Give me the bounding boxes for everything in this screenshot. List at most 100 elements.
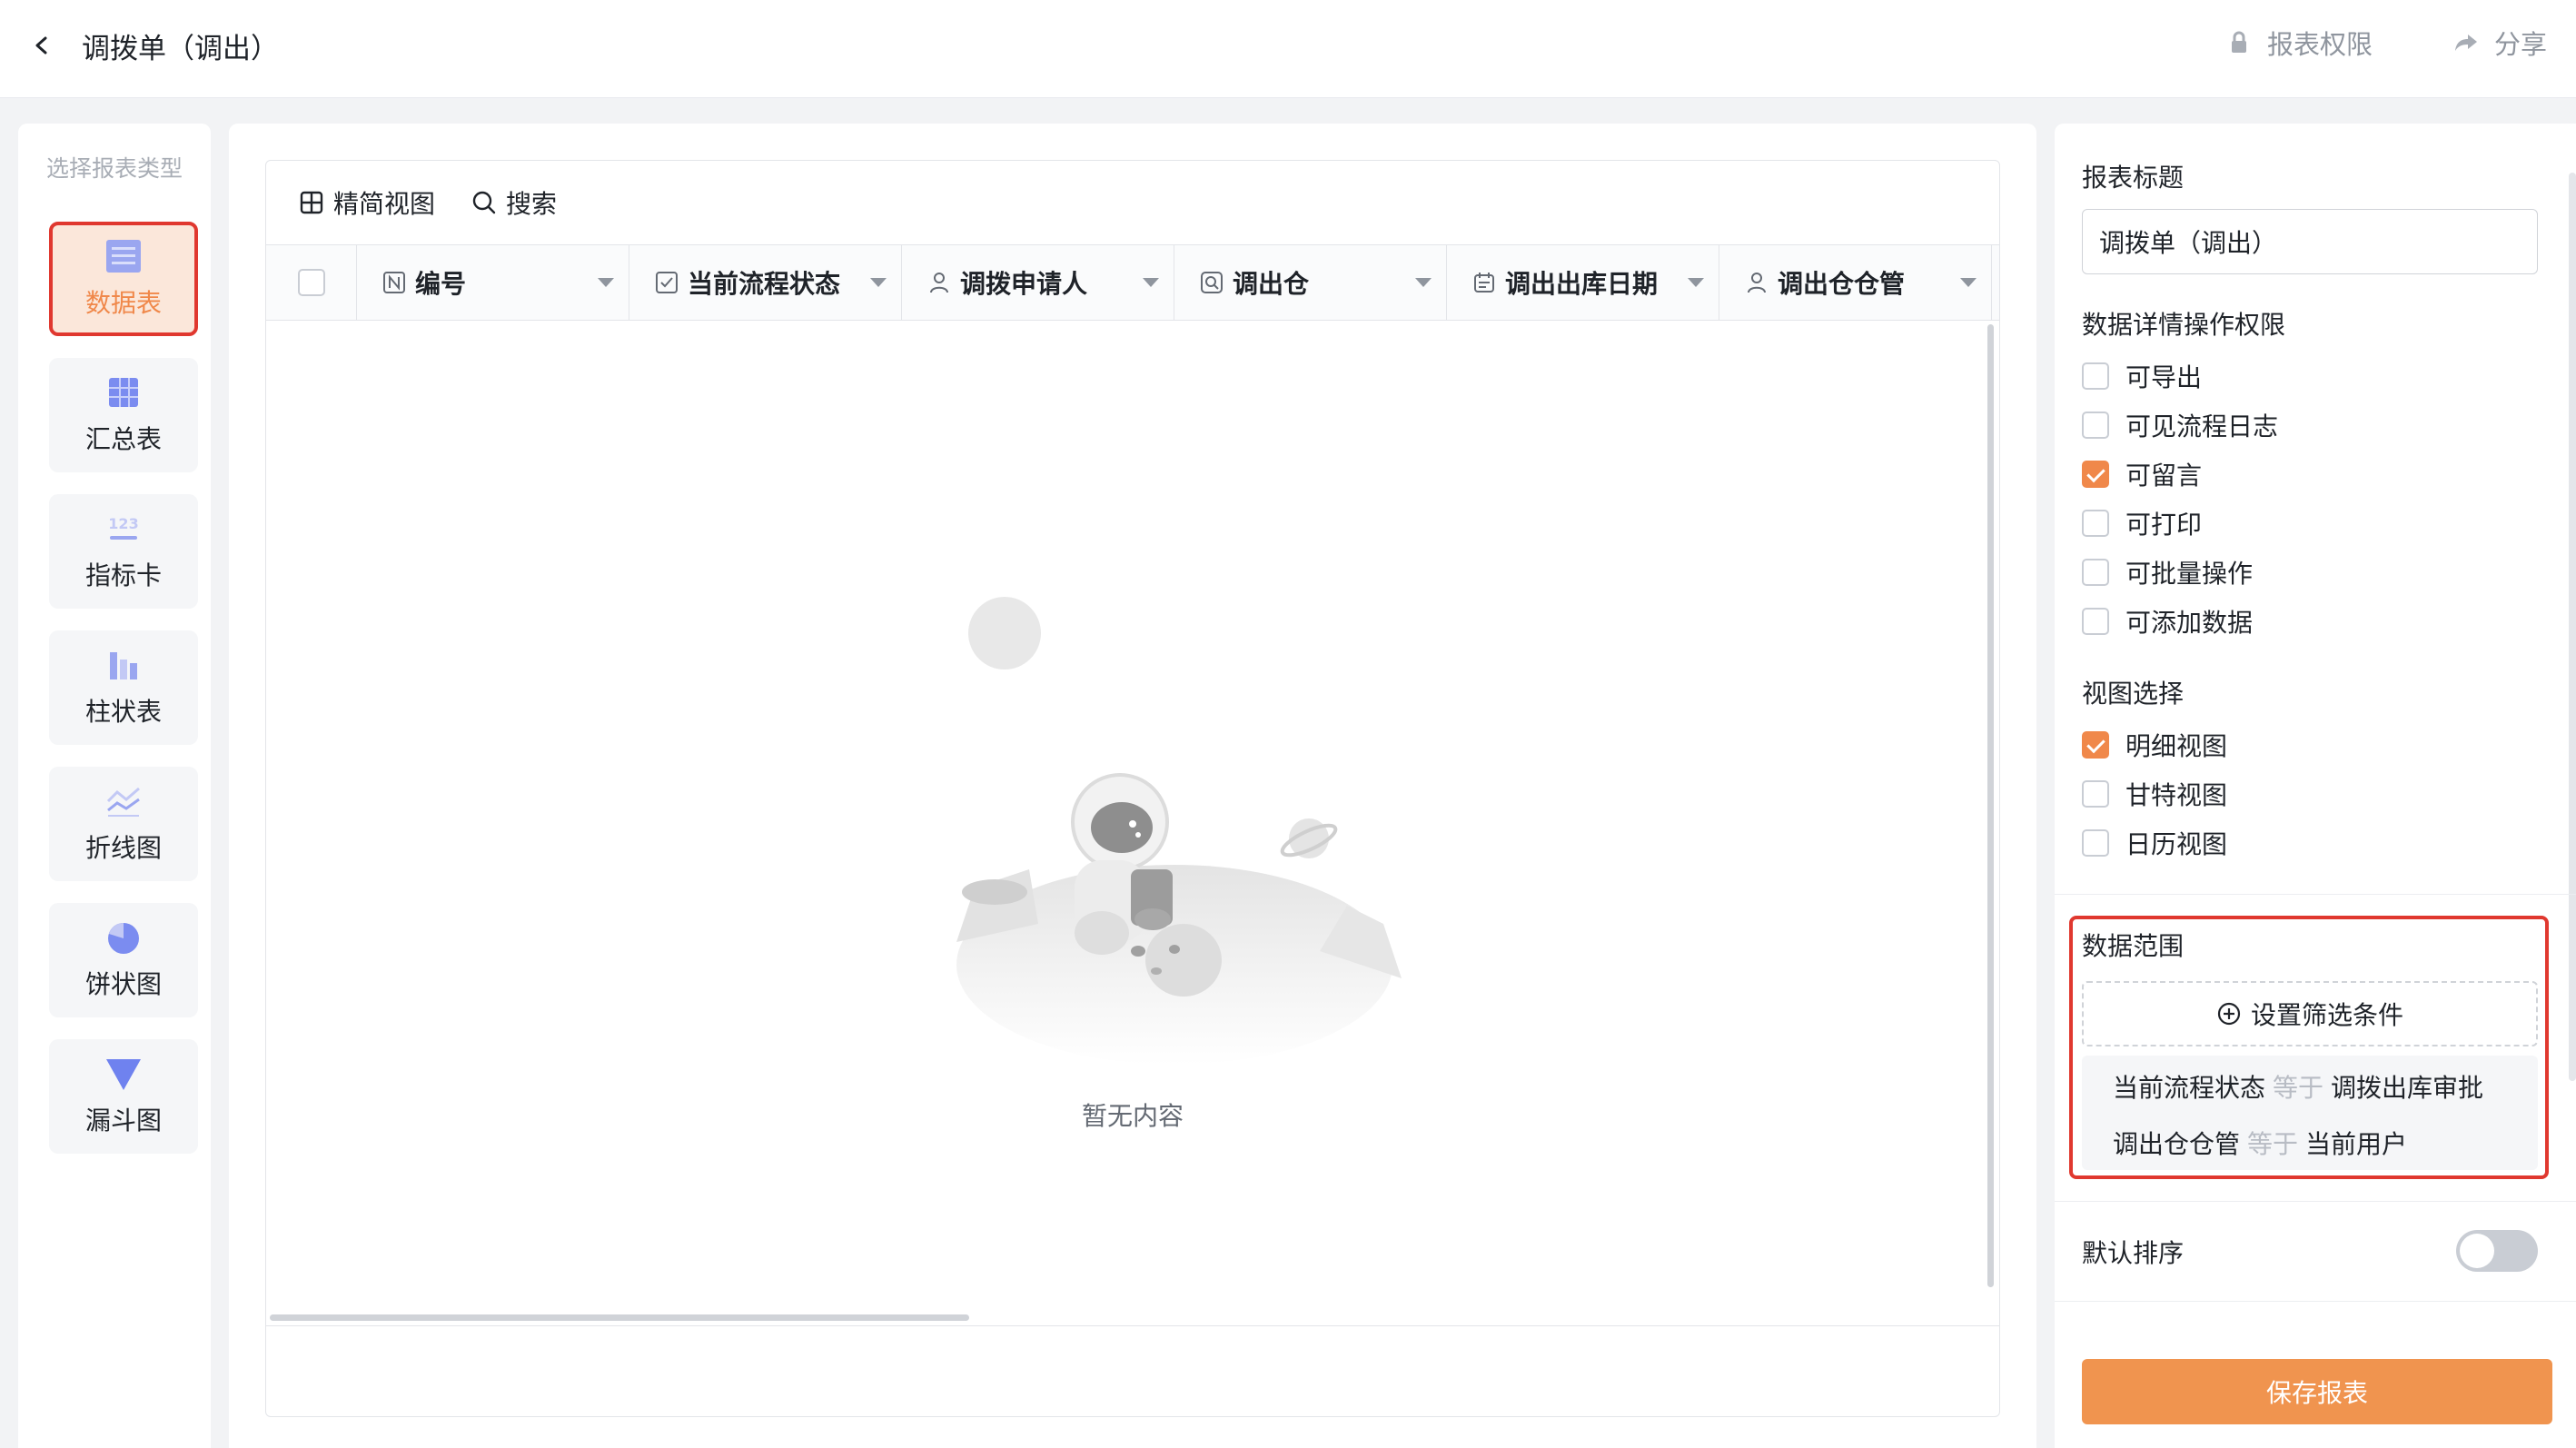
chevron-down-icon[interactable]: [870, 278, 887, 287]
filter-condition[interactable]: 当前流程状态 等于 调拨出库审批: [2113, 1068, 2483, 1105]
settings-scrollbar[interactable]: [2569, 173, 2576, 1081]
section-divider: [2055, 1201, 2576, 1202]
column-header-flow-status[interactable]: 当前流程状态: [629, 245, 902, 320]
table-header: 编号 当前流程状态 调拨申请人 调出仓 调出出库日期 调出仓仓管: [266, 244, 1999, 321]
share-button[interactable]: 分享: [2452, 24, 2547, 62]
horizontal-scrollbar[interactable]: [270, 1314, 969, 1321]
type-funnel-chart[interactable]: 漏斗图: [49, 1039, 198, 1154]
set-filter-label: 设置筛选条件: [2250, 1000, 2403, 1030]
checkbox[interactable]: [2082, 412, 2109, 439]
permission-add-data[interactable]: 可添加数据: [2082, 603, 2253, 640]
table-footer-divider: [266, 1325, 1999, 1326]
type-data-table[interactable]: 数据表: [49, 222, 198, 336]
permission-export[interactable]: 可导出: [2082, 358, 2202, 394]
column-label: 当前流程状态: [688, 269, 841, 299]
checkbox[interactable]: [2082, 608, 2109, 635]
report-title-input[interactable]: 调拨单（调出）: [2082, 209, 2538, 274]
section-divider: [2055, 1301, 2576, 1302]
select-all-cell: [266, 245, 357, 320]
condition-value: 当前用户: [2305, 1129, 2408, 1159]
checkbox[interactable]: [2082, 559, 2109, 586]
type-label: 漏斗图: [84, 1106, 162, 1136]
type-bar-chart[interactable]: 柱状表: [49, 630, 198, 745]
save-report-button[interactable]: 保存报表: [2082, 1359, 2552, 1424]
funnel-chart-icon: [106, 1059, 141, 1090]
type-line-chart[interactable]: 折线图: [49, 767, 198, 881]
date-field-icon: [1474, 273, 1494, 293]
chevron-down-icon[interactable]: [1143, 278, 1159, 287]
option-label: 明细视图: [2125, 731, 2228, 761]
share-icon: [2455, 35, 2477, 51]
option-label: 日历视图: [2125, 829, 2228, 859]
report-type-panel: 选择报表类型 数据表 汇总表 123 指标卡 柱状表 折线图 饼状图 漏斗图: [18, 124, 211, 1448]
option-label: 可添加数据: [2125, 608, 2254, 638]
type-label: 折线图: [84, 833, 162, 863]
checkbox[interactable]: [2082, 829, 2109, 857]
table-toolbar: 精简视图 搜索: [266, 161, 1999, 244]
line-chart-icon: [106, 787, 140, 817]
view-gantt[interactable]: 甘特视图: [2082, 776, 2227, 812]
column-header-outbound-date[interactable]: 调出出库日期: [1447, 245, 1719, 320]
chevron-down-icon[interactable]: [598, 278, 614, 287]
report-permission-button[interactable]: 报表权限: [2225, 24, 2373, 62]
checkbox[interactable]: [2082, 362, 2109, 390]
user-field-icon: [1748, 273, 1766, 293]
checkbox-checked[interactable]: [2082, 461, 2109, 488]
compact-view-label: 精简视图: [333, 189, 436, 219]
compact-view-button[interactable]: 精简视图: [299, 184, 435, 221]
type-label: 柱状表: [84, 697, 162, 727]
lock-icon: [2232, 31, 2246, 53]
empty-state-illustration: [956, 597, 1402, 1065]
bar-chart-icon: [110, 652, 137, 679]
vertical-scrollbar[interactable]: [1987, 324, 1994, 1287]
search-button[interactable]: 搜索: [471, 184, 557, 221]
share-label: 分享: [2494, 29, 2548, 60]
filter-condition[interactable]: 调出仓仓管 等于 当前用户: [2113, 1125, 2407, 1161]
search-label: 搜索: [506, 189, 558, 219]
section-divider: [2055, 894, 2576, 895]
add-circle-icon: [2217, 1002, 2241, 1026]
column-header-outbound-warehouse[interactable]: 调出仓: [1174, 245, 1447, 320]
table-icon: [106, 240, 141, 273]
type-pivot-table[interactable]: 汇总表: [49, 358, 198, 472]
permission-print[interactable]: 可打印: [2082, 505, 2202, 541]
column-label: 调出仓: [1233, 269, 1310, 299]
permission-flow-log[interactable]: 可见流程日志: [2082, 407, 2278, 443]
preview-panel: 精简视图 搜索 编号 当前流程状态 调拨申请人 调出仓 调出出库日期 调出仓仓管…: [229, 124, 2036, 1448]
column-header-number[interactable]: 编号: [357, 245, 629, 320]
checkbox[interactable]: [2082, 510, 2109, 537]
type-label: 指标卡: [84, 560, 162, 590]
chevron-down-icon[interactable]: [1415, 278, 1432, 287]
report-settings-panel: 报表标题 调拨单（调出） 数据详情操作权限 可导出 可见流程日志 可留言 可打印…: [2055, 124, 2576, 1448]
data-range-label: 数据范围: [2082, 931, 2185, 961]
checkbox[interactable]: [2082, 780, 2109, 808]
column-label: 调出出库日期: [1505, 269, 1659, 299]
permission-batch[interactable]: 可批量操作: [2082, 554, 2253, 590]
default-sort-label: 默认排序: [2082, 1238, 2185, 1268]
condition-field: 当前流程状态: [2113, 1073, 2266, 1103]
option-label: 可留言: [2125, 461, 2203, 491]
chevron-down-icon[interactable]: [1960, 278, 1977, 287]
column-header-applicant[interactable]: 调拨申请人: [902, 245, 1174, 320]
column-header-warehouse-keeper[interactable]: 调出仓仓管: [1719, 245, 1992, 320]
permissions-label: 数据详情操作权限: [2082, 310, 2286, 340]
link-field-icon: [1201, 272, 1223, 293]
report-title-label: 报表标题: [2082, 163, 2185, 193]
type-label: 数据表: [84, 288, 162, 318]
chevron-down-icon[interactable]: [1688, 278, 1704, 287]
type-pie-chart[interactable]: 饼状图: [49, 903, 198, 1017]
back-arrow-icon[interactable]: [24, 27, 60, 64]
view-calendar[interactable]: 日历视图: [2082, 825, 2227, 861]
type-label: 饼状图: [84, 969, 162, 999]
type-metric-card[interactable]: 123 指标卡: [49, 494, 198, 609]
column-label: 调拨申请人: [960, 269, 1088, 299]
default-sort-toggle[interactable]: [2456, 1230, 2538, 1272]
view-detail[interactable]: 明细视图: [2082, 727, 2227, 763]
empty-state-text: 暂无内容: [1081, 1101, 1184, 1131]
checkbox-checked[interactable]: [2082, 731, 2109, 759]
set-filter-button[interactable]: 设置筛选条件: [2082, 981, 2538, 1046]
select-all-checkbox[interactable]: [297, 269, 325, 296]
user-field-icon: [930, 273, 948, 293]
permission-comment[interactable]: 可留言: [2082, 456, 2202, 492]
number-field-icon: [383, 272, 405, 293]
